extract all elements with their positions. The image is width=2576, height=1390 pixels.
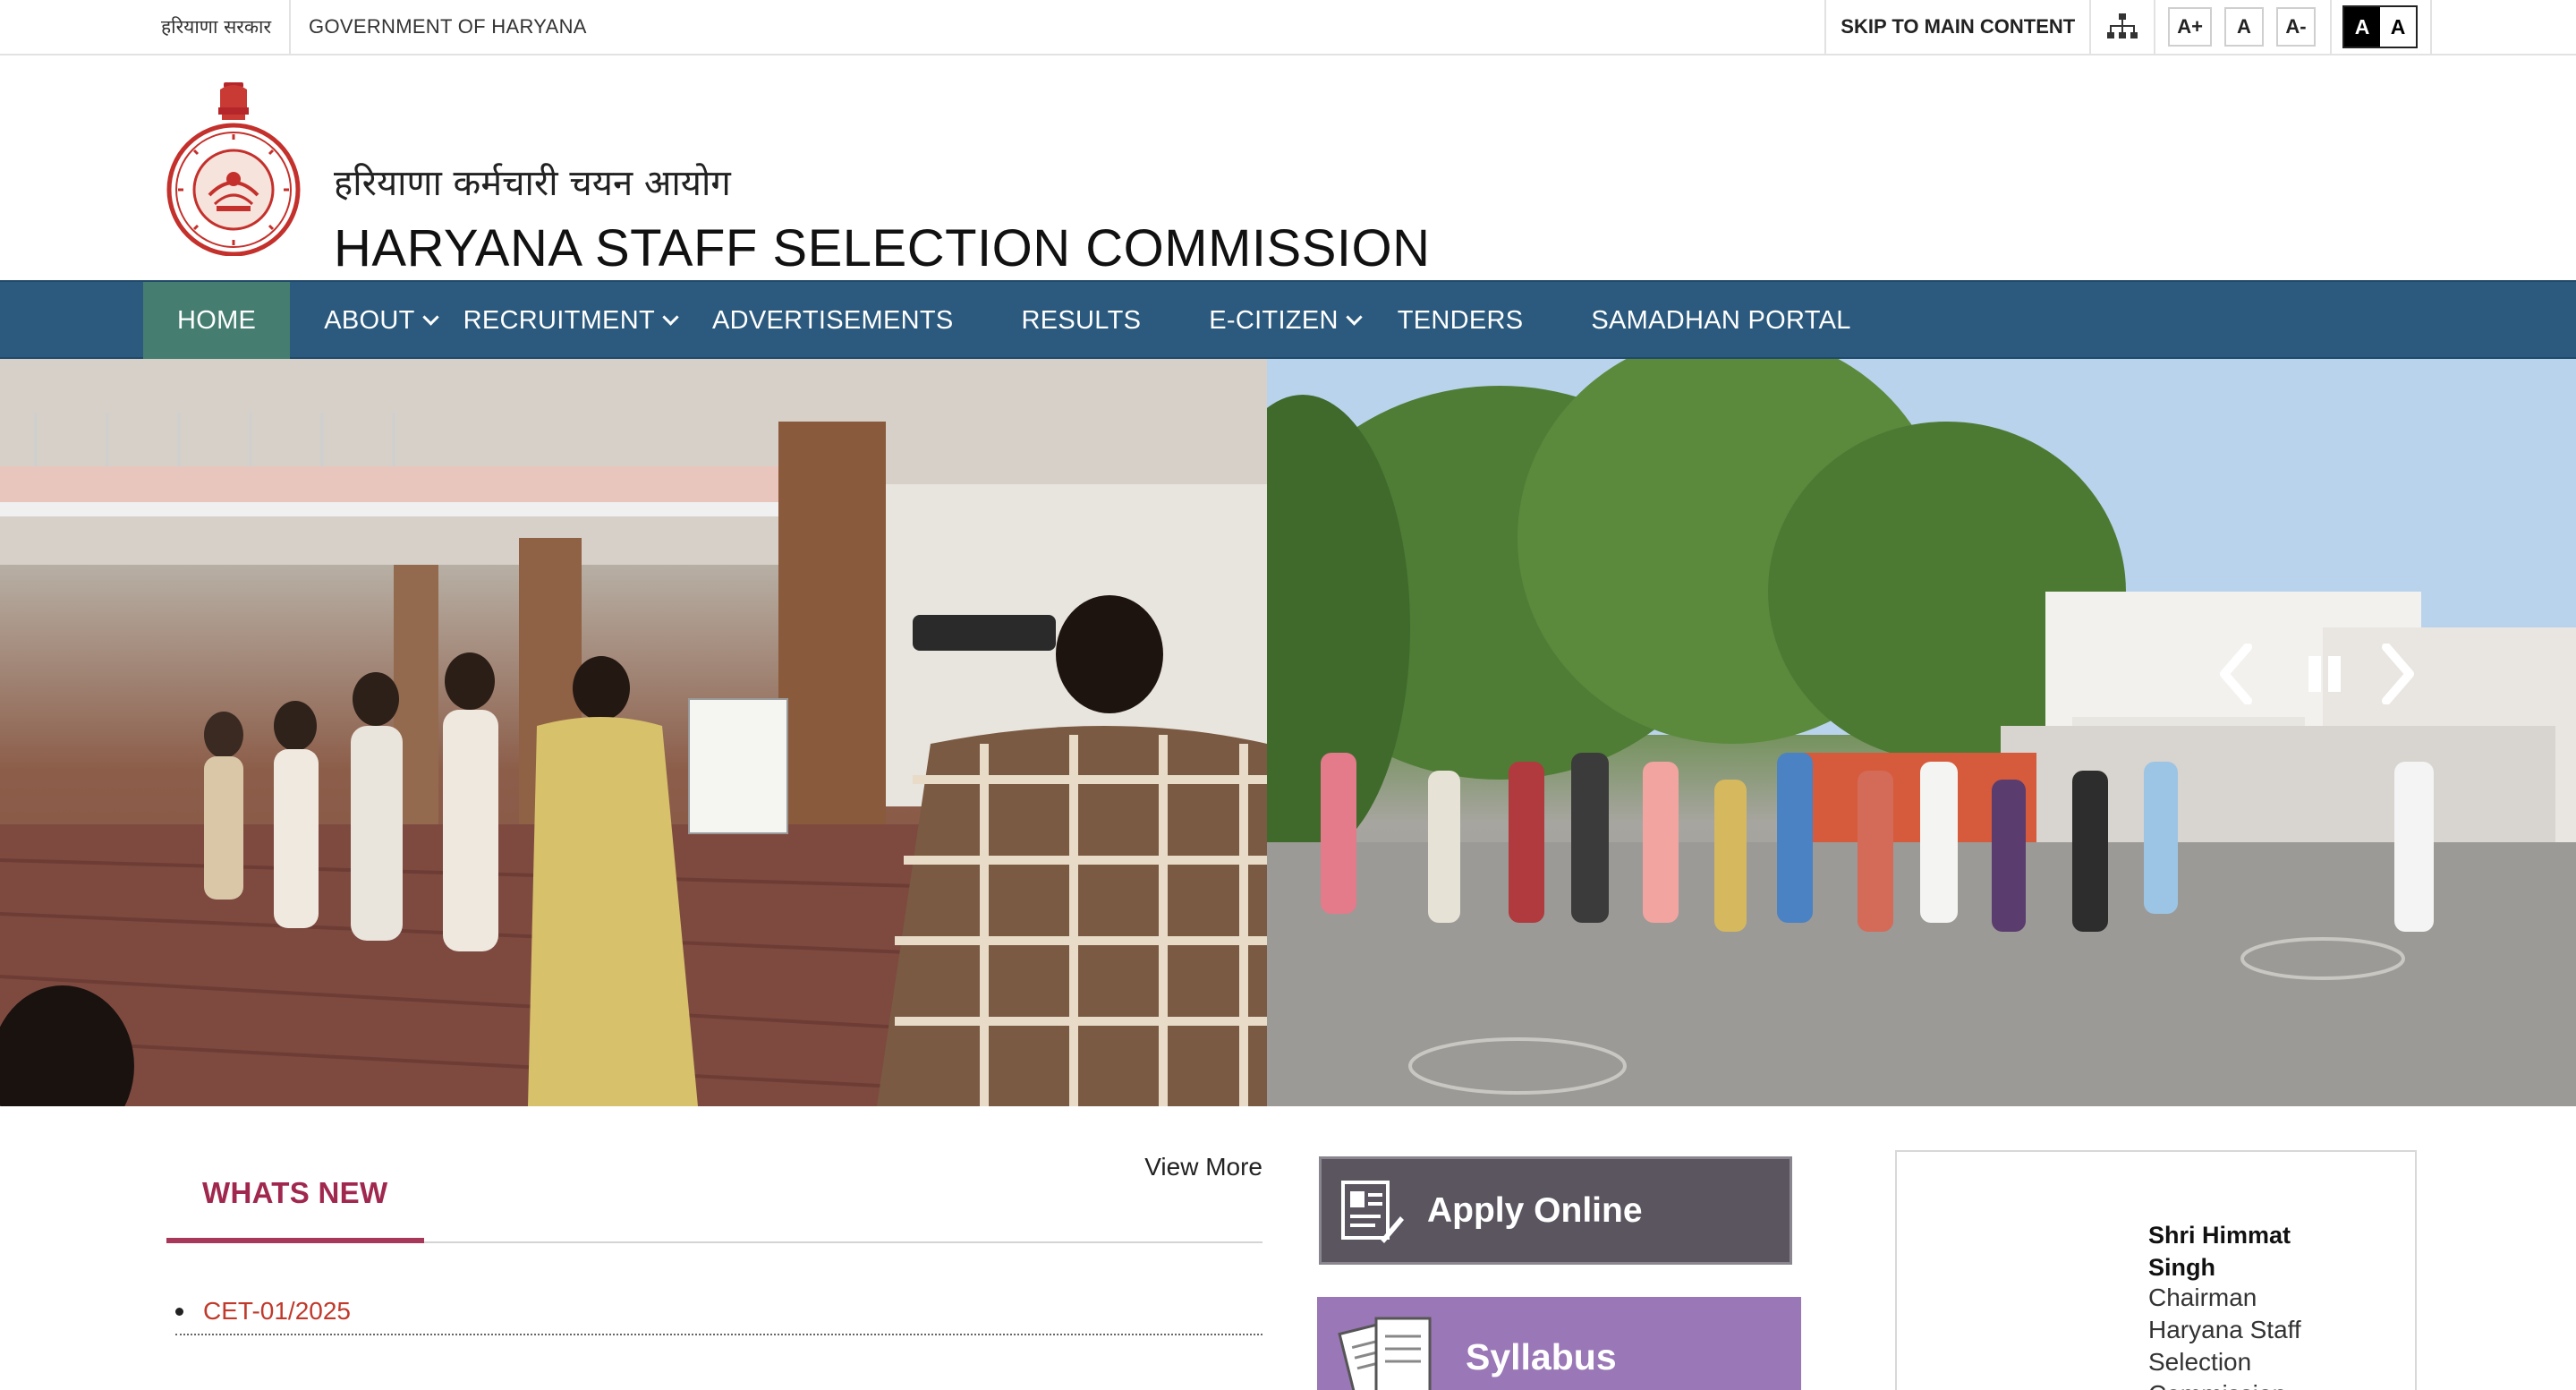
sitemap-icon[interactable] bbox=[2091, 0, 2156, 54]
chevron-down-icon bbox=[662, 308, 679, 326]
nav-item-label: TENDERS bbox=[1397, 305, 1524, 335]
nav-item-samadhan-portal[interactable]: SAMADHAN PORTAL bbox=[1591, 282, 1850, 359]
font-increase-button[interactable]: A+ bbox=[2168, 7, 2212, 47]
next-icon[interactable] bbox=[2381, 643, 2415, 705]
documents-icon bbox=[1335, 1309, 1442, 1390]
nav-item-label: RECRUITMENT bbox=[463, 305, 655, 335]
site-title-english: HARYANA STAFF SELECTION COMMISSION bbox=[334, 219, 1431, 277]
syllabus-tile[interactable]: Syllabus bbox=[1317, 1297, 1801, 1390]
bullet-icon bbox=[175, 1307, 183, 1316]
apply-online-label: Apply Online bbox=[1427, 1190, 1643, 1230]
banner-photo-exam-center-yard bbox=[1267, 359, 2576, 1106]
nav-item-e-citizen[interactable]: E-CITIZEN bbox=[1209, 282, 1363, 359]
previous-icon[interactable] bbox=[2219, 643, 2253, 705]
whats-new-section: WHATS NEW View More CET-01/2025 bbox=[166, 1137, 1262, 1390]
chevron-down-icon bbox=[1346, 308, 1363, 326]
haryana-emblem-icon[interactable] bbox=[165, 81, 302, 257]
chairman-designation: Chairman Haryana Staff Selection Commiss… bbox=[2148, 1283, 2301, 1390]
whats-new-tab[interactable]: WHATS NEW bbox=[166, 1176, 424, 1223]
site-title-hindi: हरियाणा कर्मचारी चयन आयोग bbox=[334, 163, 731, 204]
accessibility-tools: SKIP TO MAIN CONTENT A+ A A- A A bbox=[1824, 0, 2432, 54]
application-form-icon bbox=[1338, 1177, 1406, 1245]
syllabus-label: Syllabus bbox=[1466, 1336, 1617, 1377]
whats-new-active-indicator bbox=[166, 1238, 424, 1243]
nav-item-label: ADVERTISEMENTS bbox=[711, 305, 954, 335]
banner-photo-exam-hall bbox=[0, 359, 1267, 1106]
nav-item-label: RESULTS bbox=[1021, 305, 1142, 335]
gov-english-label: GOVERNMENT OF HARYANA bbox=[309, 15, 587, 38]
nav-item-results[interactable]: RESULTS bbox=[1022, 282, 1142, 359]
nav-item-recruitment[interactable]: RECRUITMENT bbox=[463, 282, 679, 359]
top-utility-bar: हरियाणा सरकार GOVERNMENT OF HARYANA SKIP… bbox=[0, 0, 2576, 55]
nav-item-tenders[interactable]: TENDERS bbox=[1398, 282, 1524, 359]
government-labels: हरियाणा सरकार GOVERNMENT OF HARYANA bbox=[161, 0, 587, 54]
nav-item-label: ABOUT bbox=[324, 305, 415, 335]
site-header: हरियाणा कर्मचारी चयन आयोग HARYANA STAFF … bbox=[0, 55, 2576, 280]
font-size-controls: A+ A A- bbox=[2155, 0, 2332, 54]
normal-contrast-button[interactable]: A bbox=[2380, 7, 2416, 47]
gov-hindi-label: हरियाणा सरकार bbox=[161, 0, 292, 54]
font-decrease-button[interactable]: A- bbox=[2276, 7, 2316, 47]
nav-item-about[interactable]: ABOUT bbox=[290, 282, 439, 359]
font-normal-button[interactable]: A bbox=[2224, 7, 2264, 47]
contrast-controls: A A bbox=[2342, 5, 2418, 48]
skip-to-main-content-link[interactable]: SKIP TO MAIN CONTENT bbox=[1826, 0, 2092, 54]
chevron-down-icon bbox=[421, 308, 439, 326]
view-more-link[interactable]: View More bbox=[1144, 1153, 1262, 1181]
nav-menu: HOME ABOUT RECRUITMENT ADVERTISEMENTS RE… bbox=[143, 282, 1851, 359]
nav-item-home[interactable]: HOME bbox=[143, 282, 291, 359]
nav-item-label: E-CITIZEN bbox=[1209, 305, 1339, 335]
chairman-card: Shri Himmat Singh Chairman Haryana Staff… bbox=[1895, 1150, 2417, 1390]
pause-icon[interactable] bbox=[2306, 654, 2343, 694]
high-contrast-button[interactable]: A bbox=[2344, 7, 2380, 47]
chairman-name: Shri Himmat Singh bbox=[2148, 1222, 2291, 1281]
list-item: CET-01/2025 bbox=[175, 1289, 1262, 1335]
whats-new-link[interactable]: CET-01/2025 bbox=[203, 1297, 351, 1326]
nav-item-advertisements[interactable]: ADVERTISEMENTS bbox=[712, 282, 954, 359]
main-navigation: HOME ABOUT RECRUITMENT ADVERTISEMENTS RE… bbox=[0, 280, 2576, 359]
nav-item-label: HOME bbox=[177, 305, 257, 335]
banner-slider bbox=[0, 359, 2576, 1106]
nav-item-label: SAMADHAN PORTAL bbox=[1591, 305, 1851, 335]
apply-online-tile[interactable]: Apply Online bbox=[1319, 1156, 1792, 1265]
